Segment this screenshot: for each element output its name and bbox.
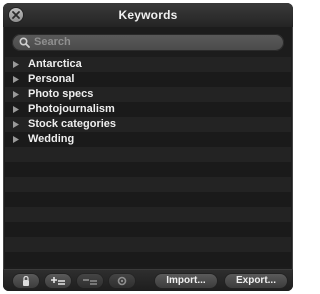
remove-keyword-button[interactable] <box>77 274 103 288</box>
disclosure-triangle-icon[interactable] <box>13 61 19 68</box>
empty-row <box>5 162 291 177</box>
keyword-row[interactable]: Personal <box>5 72 291 87</box>
keyword-list[interactable]: Antarctica Personal Photo specs Photojou… <box>5 57 291 267</box>
keyword-label: Personal <box>28 73 75 85</box>
keyword-row[interactable]: Photojournalism <box>5 102 291 117</box>
disclosure-triangle-icon[interactable] <box>13 121 19 128</box>
keyword-label: Wedding <box>28 133 75 145</box>
title-bar[interactable]: Keywords <box>3 3 293 27</box>
empty-row <box>5 237 291 252</box>
keyword-row[interactable]: Stock categories <box>5 117 291 132</box>
search-icon <box>19 37 30 48</box>
disclosure-triangle-icon[interactable] <box>13 106 19 113</box>
bottom-toolbar: Import... Export... <box>3 269 293 291</box>
keyword-label: Photo specs <box>28 88 94 100</box>
gear-icon <box>117 276 127 286</box>
keyword-label: Antarctica <box>28 58 82 70</box>
keyword-label: Stock categories <box>28 118 117 130</box>
export-button[interactable]: Export... <box>225 274 287 288</box>
add-keyword-button[interactable] <box>45 274 71 288</box>
disclosure-triangle-icon[interactable] <box>13 76 19 83</box>
search-placeholder: Search <box>34 36 71 48</box>
keyword-label: Photojournalism <box>28 103 115 115</box>
lock-icon <box>23 276 29 286</box>
empty-row <box>5 192 291 207</box>
keywords-panel: Keywords Search Antarctica Personal Phot… <box>3 3 293 291</box>
empty-row <box>5 177 291 192</box>
search-input[interactable]: Search <box>12 34 284 51</box>
disclosure-triangle-icon[interactable] <box>13 136 19 143</box>
add-keyword-icon <box>51 277 65 285</box>
keyword-row[interactable]: Wedding <box>5 132 291 147</box>
keyword-row[interactable]: Photo specs <box>5 87 291 102</box>
empty-row <box>5 222 291 237</box>
remove-keyword-icon <box>83 279 97 285</box>
empty-row <box>5 252 291 267</box>
disclosure-triangle-icon[interactable] <box>13 91 19 98</box>
settings-button[interactable] <box>109 274 135 288</box>
import-button[interactable]: Import... <box>155 274 217 288</box>
keyword-row[interactable]: Antarctica <box>5 57 291 72</box>
empty-row <box>5 207 291 222</box>
lock-button[interactable] <box>13 274 39 288</box>
empty-row <box>5 147 291 162</box>
window-title: Keywords <box>118 8 178 22</box>
